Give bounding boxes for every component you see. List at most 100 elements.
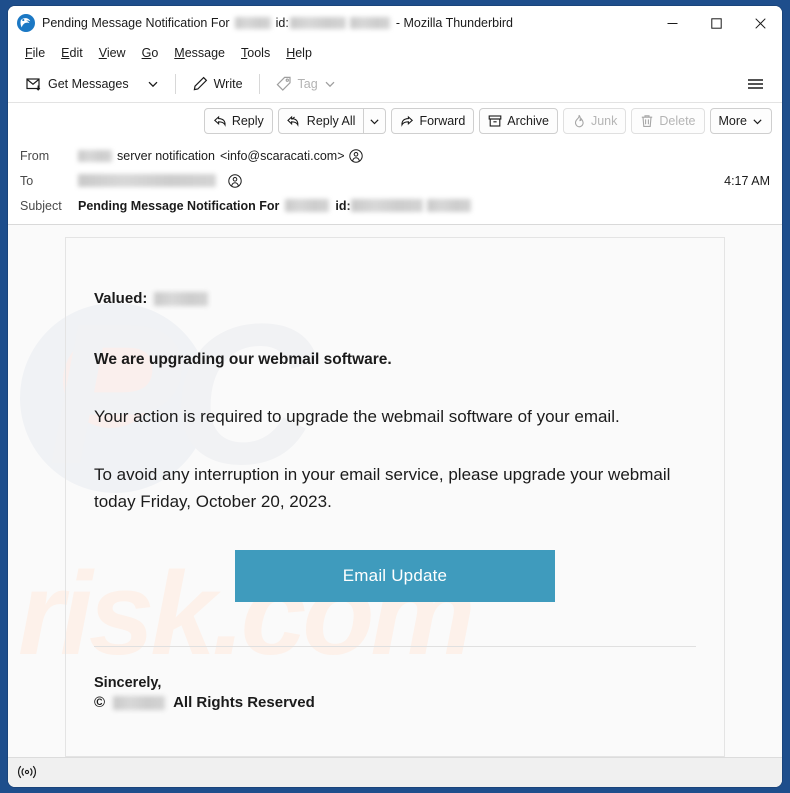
delete-button[interactable]: Delete bbox=[631, 108, 705, 134]
tag-label: Tag bbox=[297, 76, 318, 91]
menu-file-rest: ile bbox=[32, 45, 46, 60]
menu-view[interactable]: View bbox=[92, 43, 133, 63]
copyright-symbol: © bbox=[94, 694, 106, 712]
email-greeting: Valued: bbox=[94, 290, 696, 307]
status-bar bbox=[8, 757, 782, 787]
reply-all-label: Reply All bbox=[306, 114, 356, 128]
tag-icon bbox=[276, 76, 292, 92]
more-label: More bbox=[718, 114, 747, 128]
menu-file-key: F bbox=[25, 45, 33, 60]
archive-button[interactable]: Archive bbox=[479, 108, 558, 134]
message-action-toolbar: Reply Reply All Forward Archive Junk Del… bbox=[8, 103, 782, 139]
delete-label: Delete bbox=[659, 114, 696, 128]
menu-view-key: V bbox=[98, 45, 107, 60]
email-greeting-label: Valued: bbox=[94, 290, 148, 307]
reply-all-dropdown[interactable] bbox=[364, 108, 387, 134]
forward-label: Forward bbox=[419, 114, 466, 128]
email-content-card: Valued: We are upgrading our webmail sof… bbox=[65, 237, 725, 757]
email-update-button[interactable]: Email Update bbox=[235, 549, 555, 602]
menu-edit-rest: dit bbox=[69, 45, 83, 60]
chevron-down-icon bbox=[369, 116, 380, 127]
contact-card-icon[interactable] bbox=[348, 148, 364, 163]
subject-value: Pending Message Notification For id: bbox=[78, 199, 770, 213]
to-label: To bbox=[20, 173, 34, 188]
close-button[interactable] bbox=[738, 6, 782, 40]
toolbar-separator-2 bbox=[258, 73, 260, 94]
email-divider bbox=[94, 645, 696, 647]
subject-label: Subject bbox=[20, 198, 62, 213]
window-title-prefix: Pending Message Notification For bbox=[42, 16, 230, 30]
menu-bar: File Edit View Go Message Tools Help bbox=[8, 40, 782, 65]
rights-text: All Rights Reserved bbox=[173, 694, 315, 712]
menu-go-rest: o bbox=[151, 45, 159, 60]
contact-card-icon[interactable] bbox=[228, 173, 243, 188]
window-title-suffix: - Mozilla Thunderbird bbox=[395, 16, 513, 30]
menu-message[interactable]: Message bbox=[167, 43, 232, 63]
menu-edit[interactable]: Edit bbox=[54, 43, 90, 63]
more-button[interactable]: More bbox=[709, 108, 772, 134]
forward-button[interactable]: Forward bbox=[391, 108, 475, 134]
reply-all-icon bbox=[286, 114, 302, 128]
from-address: <info@scaracati.com> bbox=[219, 148, 345, 163]
trash-icon bbox=[640, 114, 654, 128]
reply-all-split: Reply All bbox=[277, 108, 387, 134]
menu-view-rest: iew bbox=[106, 45, 126, 60]
redacted-id-title-b bbox=[349, 17, 390, 29]
email-paragraph-1: Your action is required to upgrade the w… bbox=[94, 407, 620, 426]
junk-label: Junk bbox=[590, 114, 618, 128]
get-messages-icon bbox=[26, 76, 42, 92]
reply-icon bbox=[213, 114, 227, 128]
hamburger-icon bbox=[747, 77, 764, 91]
reply-button[interactable]: Reply bbox=[203, 108, 273, 134]
app-menu-button[interactable] bbox=[739, 71, 772, 97]
menu-file[interactable]: File bbox=[18, 43, 52, 63]
from-label: From bbox=[20, 148, 50, 163]
email-heading: We are upgrading our webmail software. bbox=[94, 351, 392, 368]
window-controls bbox=[650, 6, 782, 40]
menu-tools[interactable]: Tools bbox=[234, 43, 277, 63]
get-messages-dropdown[interactable] bbox=[139, 73, 167, 95]
archive-label: Archive bbox=[507, 114, 549, 128]
redacted-subject-id-a bbox=[350, 199, 423, 212]
archive-icon bbox=[488, 114, 502, 128]
thunderbird-icon bbox=[16, 13, 36, 33]
redacted-subject-company bbox=[285, 199, 330, 212]
menu-help-rest: elp bbox=[295, 45, 312, 60]
reply-label: Reply bbox=[231, 114, 264, 128]
redacted-id-title-a bbox=[289, 17, 346, 29]
get-messages-button[interactable]: Get Messages bbox=[18, 71, 137, 97]
email-paragraph-2: To avoid any interruption in your email … bbox=[94, 464, 671, 512]
redacted-recipient-name bbox=[154, 291, 209, 306]
tag-button[interactable]: Tag bbox=[268, 71, 344, 97]
to-value[interactable] bbox=[78, 173, 714, 188]
broadcast-icon[interactable] bbox=[16, 764, 38, 782]
menu-go-key: G bbox=[141, 45, 152, 60]
menu-tools-rest: ools bbox=[247, 45, 271, 60]
junk-button[interactable]: Junk bbox=[562, 108, 627, 134]
write-button[interactable]: Write bbox=[184, 71, 251, 97]
pencil-icon bbox=[192, 76, 208, 92]
window-title-id-label: id: bbox=[275, 16, 289, 30]
header-row-to: To 4:17 AM bbox=[8, 168, 782, 193]
flame-icon bbox=[572, 114, 586, 128]
message-body-pane: PC risk.com Valued: We are upgrading our… bbox=[8, 225, 782, 757]
from-value[interactable]: server notification <info@scaracati.com> bbox=[78, 149, 770, 163]
menu-go[interactable]: Go bbox=[135, 43, 166, 63]
subject-id-label: id: bbox=[335, 198, 351, 213]
chevron-down-icon bbox=[147, 78, 159, 90]
redacted-subject-id-b bbox=[426, 199, 471, 212]
window-title: Pending Message Notification For id: - M… bbox=[42, 16, 513, 30]
maximize-button[interactable] bbox=[694, 6, 738, 40]
thunderbird-window: Pending Message Notification For id: - M… bbox=[8, 6, 782, 787]
get-messages-label: Get Messages bbox=[48, 76, 129, 91]
chevron-down-icon bbox=[752, 116, 763, 127]
minimize-button[interactable] bbox=[650, 6, 694, 40]
tag-chevron-down-icon bbox=[324, 78, 336, 90]
header-row-from: From server notification <info@scaracati… bbox=[8, 143, 782, 168]
redacted-copyright-company bbox=[113, 695, 166, 710]
menu-edit-key: E bbox=[61, 45, 70, 60]
menu-help[interactable]: Help bbox=[279, 43, 319, 63]
reply-all-button[interactable]: Reply All bbox=[277, 108, 365, 134]
title-bar: Pending Message Notification For id: - M… bbox=[8, 6, 782, 40]
redacted-company-title bbox=[234, 17, 271, 29]
